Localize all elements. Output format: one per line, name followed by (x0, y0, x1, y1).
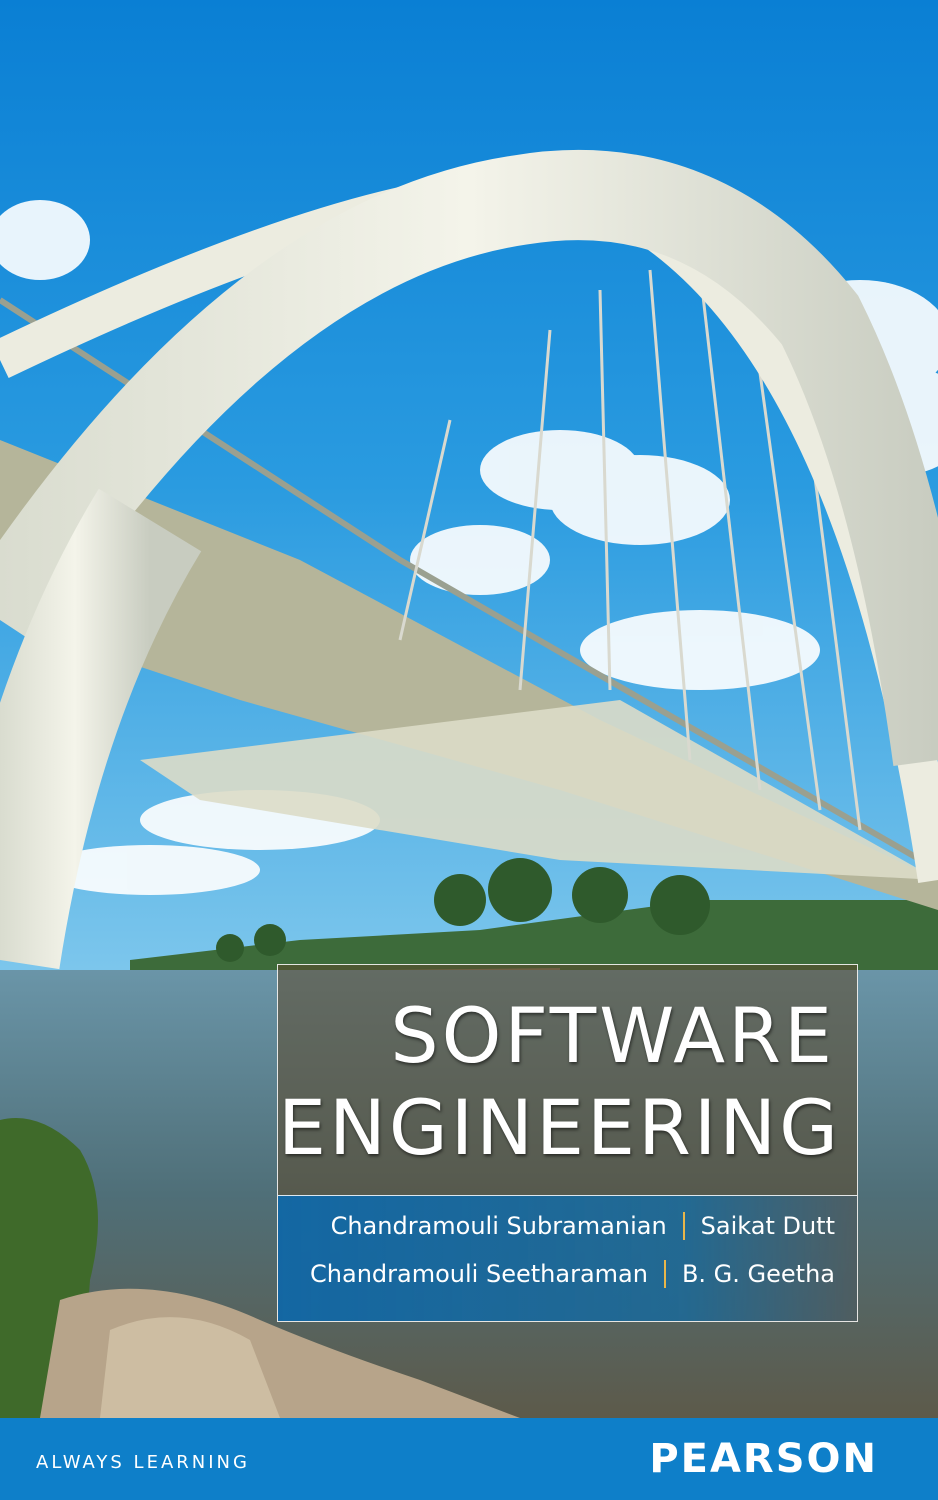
title-line-1: SOFTWARE (390, 991, 835, 1080)
author-row: Chandramouli Seetharaman B. G. Geetha (310, 1260, 835, 1288)
title-panel: SOFTWARE ENGINEERING Chandramouli Subram… (277, 964, 858, 1322)
publisher-logo: PEARSON (649, 1436, 878, 1482)
title-line-2: ENGINEERING (278, 1083, 842, 1172)
author-row: Chandramouli Subramanian Saikat Dutt (331, 1212, 835, 1240)
author-separator (682, 1212, 685, 1240)
author-separator (663, 1260, 666, 1288)
author-name: Chandramouli Seetharaman (310, 1260, 648, 1288)
book-cover: SOFTWARE ENGINEERING Chandramouli Subram… (0, 0, 938, 1500)
tagline: ALWAYS LEARNING (36, 1452, 250, 1473)
author-name: B. G. Geetha (681, 1260, 835, 1288)
author-name: Saikat Dutt (700, 1212, 835, 1240)
authors-band: Chandramouli Subramanian Saikat Dutt Cha… (278, 1195, 857, 1321)
author-name: Chandramouli Subramanian (330, 1212, 667, 1240)
publisher-footer: ALWAYS LEARNING PEARSON (0, 1418, 938, 1500)
